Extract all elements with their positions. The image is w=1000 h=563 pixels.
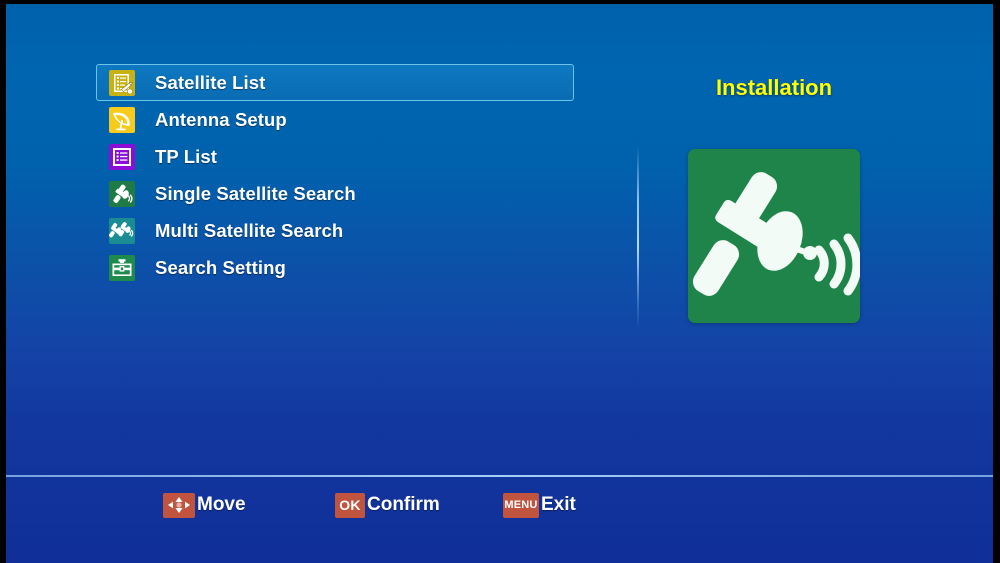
- hint-label: Confirm: [367, 494, 440, 515]
- menu-item-antenna-setup[interactable]: Antenna Setup: [96, 101, 574, 138]
- menu-item-search-setting[interactable]: Search Setting: [96, 249, 574, 286]
- hint-label: Move: [197, 494, 246, 515]
- hint-exit[interactable]: MENU Exit: [503, 491, 576, 519]
- menu-item-satellite-list[interactable]: Satellite List: [96, 64, 574, 101]
- dpad-arrows-icon: [163, 492, 195, 518]
- horizontal-divider: [6, 475, 993, 477]
- transponder-list-icon: [109, 143, 135, 170]
- menu-item-label: Single Satellite Search: [155, 182, 356, 204]
- installation-preview-panel: [688, 149, 860, 323]
- single-satellite-search-icon: [109, 180, 135, 207]
- installation-menu-list: Satellite List Antenna Setup TP List Sin…: [96, 64, 574, 286]
- antenna-dish-icon: [109, 106, 135, 133]
- set-top-box-screen: Satellite List Antenna Setup TP List Sin…: [0, 0, 1000, 563]
- page-title: Installation: [715, 75, 833, 100]
- menu-item-label: Multi Satellite Search: [155, 219, 344, 241]
- hint-label: Exit: [541, 494, 576, 515]
- satellite-dish-signal-icon: [692, 172, 860, 296]
- satellite-list-icon: [109, 69, 135, 96]
- ok-key-badge: OK: [335, 492, 365, 518]
- menu-item-single-satellite-search[interactable]: Single Satellite Search: [96, 175, 574, 212]
- menu-item-label: Satellite List: [155, 71, 266, 93]
- menu-item-multi-satellite-search[interactable]: Multi Satellite Search: [96, 212, 574, 249]
- remote-hint-bar: Move OK Confirm MENU Exit: [6, 491, 993, 525]
- menu-item-label: TP List: [155, 145, 218, 167]
- multi-satellite-search-icon: [109, 217, 135, 244]
- toolbox-icon: [109, 254, 135, 281]
- hint-confirm[interactable]: OK Confirm: [335, 491, 440, 519]
- hint-move[interactable]: Move: [163, 491, 246, 519]
- menu-item-label: Search Setting: [155, 256, 286, 278]
- menu-item-label: Antenna Setup: [155, 108, 287, 130]
- main-category-toolbar: [6, 384, 993, 474]
- menu-item-tp-list[interactable]: TP List: [96, 138, 574, 175]
- menu-key-badge: MENU: [503, 492, 539, 518]
- vertical-divider: [637, 147, 639, 329]
